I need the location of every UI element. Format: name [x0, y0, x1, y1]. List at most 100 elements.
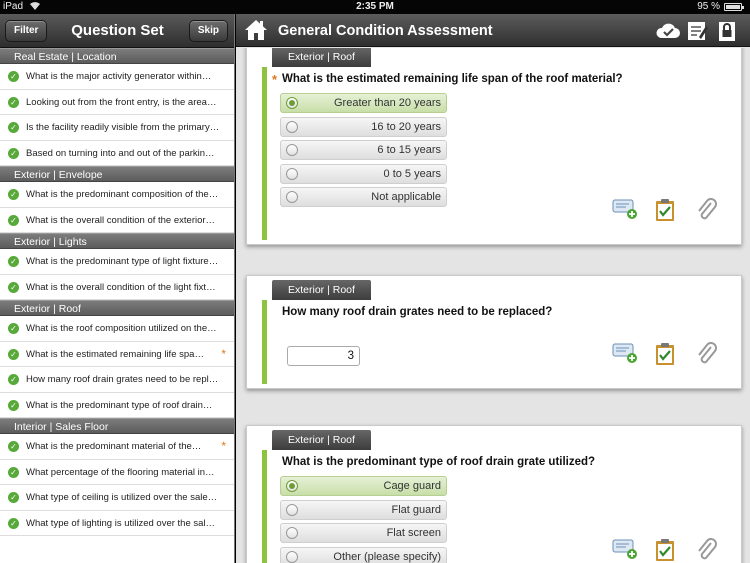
- check-icon: ✓: [8, 374, 19, 385]
- clipboard-icon[interactable]: [654, 538, 678, 561]
- option-label: Flat guard: [391, 503, 441, 516]
- question-text: How many roof drain grates need to be re…: [282, 306, 553, 318]
- list-item[interactable]: ✓ Looking out from the front entry, is th…: [0, 90, 234, 115]
- question-text: Is the facility readily visible from the…: [26, 122, 220, 133]
- question-text: What is the estimated remaining life spa…: [282, 73, 623, 85]
- question-card: Exterior | Roof What is the predominant t…: [246, 425, 742, 563]
- check-icon: ✓: [8, 492, 19, 503]
- list-item[interactable]: ✓ How many roof drain grates need to be r…: [0, 367, 234, 393]
- question-card: Exterior | Roof How many roof drain grate…: [246, 275, 742, 389]
- option-label: Greater than 20 years: [333, 97, 441, 109]
- page-title: General Condition Assessment: [278, 23, 493, 39]
- option-radio[interactable]: Flat guard: [280, 499, 447, 520]
- cloud-sync-icon[interactable]: [656, 20, 680, 42]
- question-text: What is the major activity generator wit…: [26, 71, 212, 82]
- sidebar-header: Filter Question Set Skip: [0, 14, 234, 48]
- check-icon: ✓: [8, 189, 19, 200]
- required-asterisk: *: [221, 346, 226, 361]
- check-icon: ✓: [8, 281, 19, 293]
- list-item[interactable]: ✓ Is the facility readily visible from th…: [0, 115, 234, 141]
- question-set-sidebar: Filter Question Set Skip Real Estate | L…: [0, 14, 235, 563]
- list-item[interactable]: ✓ What is the estimated remaining life sp…: [0, 342, 234, 367]
- paperclip-icon[interactable]: [695, 342, 719, 364]
- section-header: Exterior | Roof: [0, 300, 234, 316]
- option-radio[interactable]: Cage guard: [280, 476, 447, 496]
- question-text: Based on turning into and out of the par…: [26, 147, 215, 159]
- add-comment-icon[interactable]: [612, 342, 637, 364]
- option-label: Cage guard: [383, 480, 442, 492]
- option-radio[interactable]: 6 to 15 years: [280, 140, 447, 160]
- list-item[interactable]: ✓ What is the predominant type of light f…: [0, 249, 234, 275]
- check-icon: ✓: [8, 96, 19, 108]
- paperclip-icon[interactable]: [695, 198, 719, 220]
- option-radio[interactable]: 16 to 20 years: [280, 116, 447, 137]
- list-item[interactable]: ✓ What is the predominant composition of …: [0, 182, 234, 208]
- option-label: 0 to 5 years: [383, 167, 441, 180]
- question-text: What is the overall condition of the ext…: [26, 214, 216, 226]
- status-bar: iPad 2:35 PM 95 %: [0, 0, 750, 14]
- section-header: Exterior | Envelope: [0, 166, 234, 182]
- list-item[interactable]: ✓ What percentage of the flooring materia…: [0, 460, 234, 485]
- question-text: What is the predominant type of light fi…: [26, 256, 219, 267]
- radio-icon: [286, 550, 298, 563]
- radio-icon: [286, 191, 298, 203]
- list-item[interactable]: ✓ What is the overall condition of the li…: [0, 275, 234, 300]
- paperclip-icon[interactable]: [695, 538, 719, 560]
- question-text: What is the predominant type of roof dra…: [282, 456, 596, 468]
- question-text: How many roof drain grates need to be re…: [26, 374, 219, 385]
- option-radio[interactable]: Other (please specify): [280, 546, 447, 563]
- accent-bar: [262, 67, 267, 240]
- number-input[interactable]: 3: [287, 346, 360, 366]
- accent-bar: [262, 450, 267, 563]
- list-item[interactable]: ✓ What is the major activity generator wi…: [0, 64, 234, 90]
- option-label: 6 to 15 years: [377, 144, 441, 156]
- accent-bar: [262, 300, 267, 384]
- question-text: What type of lighting is utilized over t…: [26, 517, 216, 529]
- list-item[interactable]: ✓ What type of lighting is utilized over …: [0, 511, 234, 536]
- clipboard-icon[interactable]: [654, 198, 678, 221]
- clipboard-icon[interactable]: [654, 342, 678, 365]
- list-item[interactable]: ✓ Based on turning into and out of the pa…: [0, 141, 234, 166]
- check-icon: ✓: [8, 348, 19, 360]
- skip-button[interactable]: Skip: [188, 20, 228, 42]
- section-header: Interior | Sales Floor: [0, 418, 234, 434]
- question-card: Exterior | Roof * What is the estimated re…: [246, 48, 742, 245]
- radio-icon: [286, 503, 298, 516]
- question-list: Real Estate | Location ✓ What is the major…: [0, 48, 234, 536]
- option-label: 16 to 20 years: [371, 120, 441, 133]
- question-cards: Exterior | Roof * What is the estimated re…: [236, 48, 750, 563]
- option-label: Other (please specify): [333, 550, 441, 563]
- clock: 2:35 PM: [356, 1, 394, 12]
- lock-icon[interactable]: [716, 20, 738, 42]
- list-item[interactable]: ✓ What is the predominant type of roof dr…: [0, 393, 234, 418]
- home-icon[interactable]: [244, 18, 268, 42]
- add-comment-icon[interactable]: [612, 198, 637, 220]
- category-tag: Exterior | Roof: [272, 280, 371, 300]
- list-item[interactable]: ✓ What type of ceiling is utilized over t…: [0, 485, 234, 511]
- option-radio[interactable]: Greater than 20 years: [280, 93, 447, 113]
- check-icon: ✓: [8, 517, 19, 529]
- question-text: Looking out from the front entry, is the…: [26, 96, 217, 108]
- list-item[interactable]: ✓ What is the roof composition utilized o…: [0, 316, 234, 342]
- section-header: Exterior | Lights: [0, 233, 234, 249]
- main-panel: General Condition Assessment Exterior | …: [236, 14, 750, 563]
- add-comment-icon[interactable]: [612, 538, 637, 560]
- check-icon: ✓: [8, 256, 19, 267]
- radio-icon: [286, 120, 298, 133]
- battery-percent: 95 %: [697, 1, 720, 12]
- category-tag: Exterior | Roof: [272, 48, 371, 67]
- option-radio[interactable]: Not applicable: [280, 187, 447, 207]
- question-text: What is the overall condition of the lig…: [26, 281, 216, 293]
- question-text: What is the predominant material of the…: [26, 441, 202, 452]
- check-icon: ✓: [8, 122, 19, 133]
- option-radio[interactable]: 0 to 5 years: [280, 163, 447, 184]
- notes-icon[interactable]: [686, 20, 708, 42]
- check-icon: ✓: [8, 466, 19, 478]
- radio-icon: [286, 97, 298, 109]
- list-item[interactable]: ✓ What is the overall condition of the ex…: [0, 208, 234, 233]
- option-radio[interactable]: Flat screen: [280, 523, 447, 543]
- check-icon: ✓: [8, 399, 19, 411]
- list-item[interactable]: ✓ What is the predominant material of the…: [0, 434, 234, 460]
- question-text: What percentage of the flooring material…: [26, 466, 215, 478]
- category-tag: Exterior | Roof: [272, 430, 371, 450]
